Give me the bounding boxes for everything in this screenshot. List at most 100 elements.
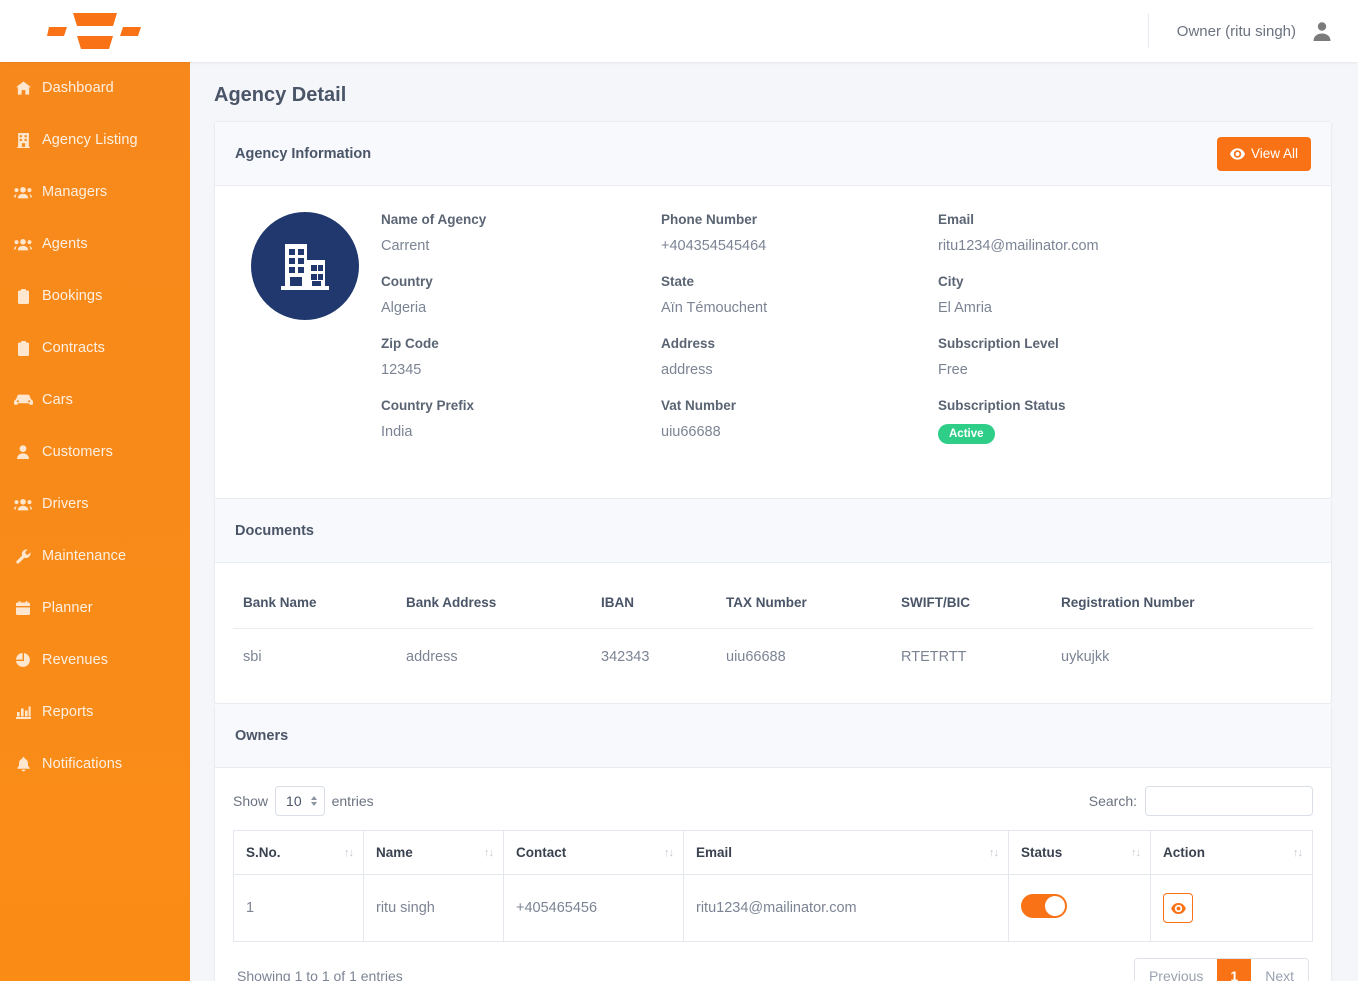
column-header-sno[interactable]: S.No. ↑↓ (234, 831, 364, 875)
building-icon (12, 131, 34, 149)
info-value: ritu1234@mailinator.com (938, 238, 1311, 254)
view-all-button[interactable]: View All (1217, 137, 1311, 171)
sort-icon: ↑↓ (344, 847, 353, 859)
sidebar-item-label: Agency Listing (42, 132, 138, 148)
sidebar-item-dashboard[interactable]: Dashboard (0, 62, 190, 114)
users-icon (12, 183, 34, 201)
column-header-action[interactable]: Action ↑↓ (1151, 831, 1313, 875)
column-label: Action (1163, 845, 1205, 860)
info-value: 12345 (381, 362, 661, 378)
sidebar-item-managers[interactable]: Managers (0, 166, 190, 218)
info-value: uiu66688 (661, 424, 938, 440)
info-value: address (661, 362, 938, 378)
sidebar-item-label: Reports (42, 704, 93, 720)
info-field: Vat Number uiu66688 (661, 398, 938, 464)
sidebar-item-label: Customers (42, 444, 113, 460)
app-logo[interactable] (0, 0, 190, 62)
column-header[interactable]: Bank Address (396, 583, 591, 629)
search-input[interactable] (1145, 786, 1313, 816)
sidebar-item-agents[interactable]: Agents (0, 218, 190, 270)
info-label: Name of Agency (381, 212, 661, 227)
sidebar-item-maintenance[interactable]: Maintenance (0, 530, 190, 582)
column-header-contact[interactable]: Contact ↑↓ (504, 831, 684, 875)
section-title: Owners (235, 728, 288, 744)
status-toggle[interactable] (1021, 894, 1067, 918)
page-length-select[interactable]: 10 (275, 786, 325, 816)
wrench-icon (12, 547, 34, 565)
sidebar-item-label: Managers (42, 184, 107, 200)
column-header-email[interactable]: Email ↑↓ (684, 831, 1009, 875)
cell-name: ritu singh (364, 875, 504, 942)
column-header[interactable]: Registration Number (1051, 583, 1313, 629)
column-label: S.No. (246, 845, 281, 860)
sidebar-item-reports[interactable]: Reports (0, 686, 190, 738)
divider (1148, 14, 1149, 48)
user-avatar-icon (1310, 19, 1334, 43)
column-header[interactable]: Bank Name (233, 583, 396, 629)
info-label: Country (381, 274, 661, 289)
table-header-row: S.No. ↑↓ Name ↑↓ Contact ↑↓ Email (234, 831, 1313, 875)
cell-sno: 1 (234, 875, 364, 942)
show-label: Show (233, 793, 268, 809)
view-all-label: View All (1251, 146, 1298, 161)
view-owner-button[interactable] (1163, 893, 1193, 923)
sort-icon: ↑↓ (989, 847, 998, 859)
pagination-next[interactable]: Next (1251, 959, 1308, 981)
entries-label: entries (332, 793, 374, 809)
column-header-status[interactable]: Status ↑↓ (1009, 831, 1151, 875)
top-bar-right: Owner (ritu singh) (1148, 0, 1358, 62)
sidebar-item-planner[interactable]: Planner (0, 582, 190, 634)
info-label: Vat Number (661, 398, 938, 413)
table-cell: uiu66688 (716, 629, 891, 676)
sort-icon: ↑↓ (484, 847, 493, 859)
sidebar-item-cars[interactable]: Cars (0, 374, 190, 426)
calendar-icon (12, 599, 34, 617)
info-value: Carrent (381, 238, 661, 254)
datatable-footer: Showing 1 to 1 of 1 entries Previous 1 N… (233, 942, 1313, 981)
column-header-name[interactable]: Name ↑↓ (364, 831, 504, 875)
cell-contact: +405465456 (504, 875, 684, 942)
info-value: Aïn Témouchent (661, 300, 938, 316)
info-field: State Aïn Témouchent (661, 274, 938, 336)
sort-icon: ↑↓ (1131, 847, 1140, 859)
sidebar-item-label: Maintenance (42, 548, 126, 564)
sidebar-item-label: Cars (42, 392, 73, 408)
column-header[interactable]: SWIFT/BIC (891, 583, 1051, 629)
agency-info-grid: Name of Agency Carrent Phone Number +404… (381, 212, 1311, 464)
info-label: Address (661, 336, 938, 351)
info-field: Subscription Level Free (938, 336, 1311, 398)
sidebar-item-agency-listing[interactable]: Agency Listing (0, 114, 190, 166)
info-field: Country Algeria (381, 274, 661, 336)
info-label: Zip Code (381, 336, 661, 351)
table-cell: address (396, 629, 591, 676)
documents-body: Bank Name Bank Address IBAN TAX Number S… (215, 563, 1331, 703)
table-cell: RTETRTT (891, 629, 1051, 676)
sidebar-item-label: Planner (42, 600, 93, 616)
sidebar-item-drivers[interactable]: Drivers (0, 478, 190, 530)
sidebar-item-customers[interactable]: Customers (0, 426, 190, 478)
pagination-previous[interactable]: Previous (1135, 959, 1217, 981)
toggle-knob (1045, 896, 1065, 916)
sidebar-item-notifications[interactable]: Notifications (0, 738, 190, 790)
sort-icon: ↑↓ (664, 847, 673, 859)
column-header[interactable]: TAX Number (716, 583, 891, 629)
info-field: Name of Agency Carrent (381, 212, 661, 274)
owners-body: Show 10 entries Search: S.No. (215, 768, 1331, 981)
column-label: Contact (516, 845, 566, 860)
info-value: Free (938, 362, 1311, 378)
sidebar-item-revenues[interactable]: Revenues (0, 634, 190, 686)
agency-information-header: Agency Information View All (215, 122, 1331, 186)
table-cell: uykujkk (1051, 629, 1313, 676)
sidebar-item-bookings[interactable]: Bookings (0, 270, 190, 322)
datatable-controls: Show 10 entries Search: (233, 786, 1313, 816)
home-icon (12, 79, 34, 97)
sidebar-item-label: Notifications (42, 756, 122, 772)
building-icon (277, 238, 333, 294)
sidebar-item-contracts[interactable]: Contracts (0, 322, 190, 374)
pagination-page-1[interactable]: 1 (1217, 959, 1251, 981)
avatar[interactable] (1310, 19, 1334, 43)
sidebar-item-label: Bookings (42, 288, 102, 304)
column-header[interactable]: IBAN (591, 583, 716, 629)
page-title: Agency Detail (190, 62, 1358, 121)
pagination: Previous 1 Next (1134, 958, 1309, 981)
